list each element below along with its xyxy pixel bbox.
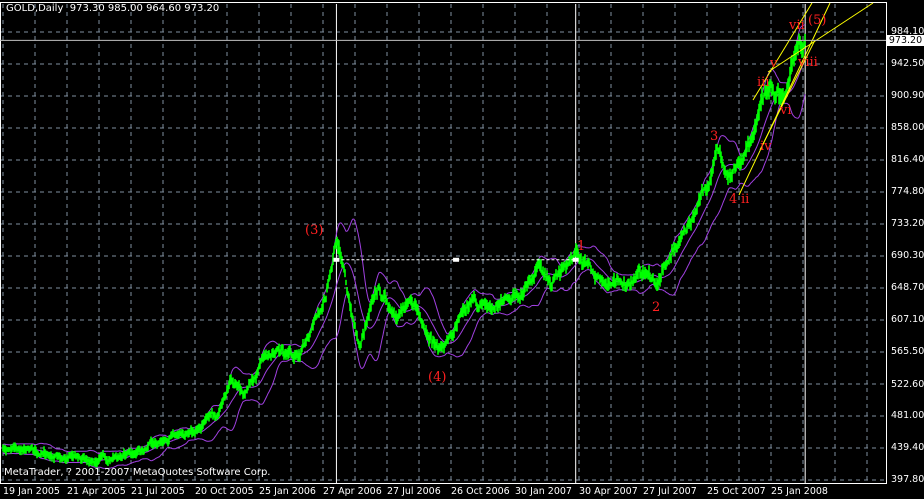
wave-label: (4) [428,370,447,385]
x-axis-tick-label: 21 Jul 2005 [131,486,185,497]
wave-label: 1 [577,239,586,254]
x-axis-tick-label: 25 Oct 2007 [707,486,766,497]
y-axis-tick-label: 858.00 [891,122,924,134]
wave-label: iv [760,139,772,154]
level-marker [572,257,579,262]
wave-label: ii [741,192,750,207]
y-axis-tick-label: 481.00 [891,410,924,422]
x-axis-tick-label: 27 Jul 2006 [387,486,441,497]
wave-label: vi [780,103,792,118]
price-chart[interactable] [0,0,924,499]
x-axis-tick-label: 19 Jan 2005 [3,486,60,497]
level-marker [333,257,340,262]
y-axis-tick-label: 607.10 [891,314,924,326]
y-axis-tick-label: 690.30 [891,250,924,262]
wave-label: 4 [729,192,738,207]
x-axis-tick-label: 26 Oct 2006 [451,486,510,497]
y-axis-tick-label: 397.80 [891,474,924,485]
x-axis-tick-label: 21 Apr 2005 [67,486,126,497]
wave-label: 2 [652,300,661,315]
ohlc-values: 973.30 985.00 964.60 973.20 [69,3,220,14]
y-axis-tick-label: 565.50 [891,345,924,357]
wave-label: iii [757,75,770,90]
x-axis-tick-label: 27 Apr 2006 [323,486,382,497]
x-axis-tick-label: 27 Jul 2007 [643,486,697,497]
wave-label: (5) [808,13,827,28]
y-axis-tick-label: 900.90 [891,89,924,101]
wave-label: 3 [710,129,719,144]
y-axis-tick-label: 816.40 [891,154,924,166]
wave-label: vii [789,18,805,33]
symbol-label: GOLD,Daily [6,3,64,14]
bollinger-lower-band [2,94,806,470]
wave-label: viii [798,55,818,70]
bollinger-upper-band [2,24,806,455]
y-axis-tick-label: 439.40 [891,442,924,454]
chart-window: GOLD,Daily 973.30 985.00 964.60 973.20 M… [0,0,924,499]
y-axis-tick-label: 733.20 [891,217,924,229]
y-axis-tick-label: 648.70 [891,282,924,294]
x-axis-tick-label: 20 Oct 2005 [195,486,254,497]
y-axis-tick-label: 942.50 [891,57,924,69]
current-price-tag: 973.20 [887,35,924,46]
y-axis-tick-label: 522.60 [891,378,924,390]
chart-header: GOLD,Daily 973.30 985.00 964.60 973.20 [6,3,219,14]
copyright-text: MetaTrader, ? 2001-2007 MetaQuotes Softw… [4,467,271,478]
chart-border [0,2,887,484]
wave-label: v [770,56,778,71]
wave-label: (3) [305,223,324,238]
x-axis-tick-label: 25 Jan 2006 [259,486,316,497]
x-axis-tick-label: 30 Jan 2007 [515,486,572,497]
y-axis-tick-label: 774.80 [891,185,924,197]
x-axis-tick-label: 30 Apr 2007 [579,486,638,497]
level-marker [453,257,460,262]
x-axis-tick-label: 25 Jan 2008 [771,486,828,497]
